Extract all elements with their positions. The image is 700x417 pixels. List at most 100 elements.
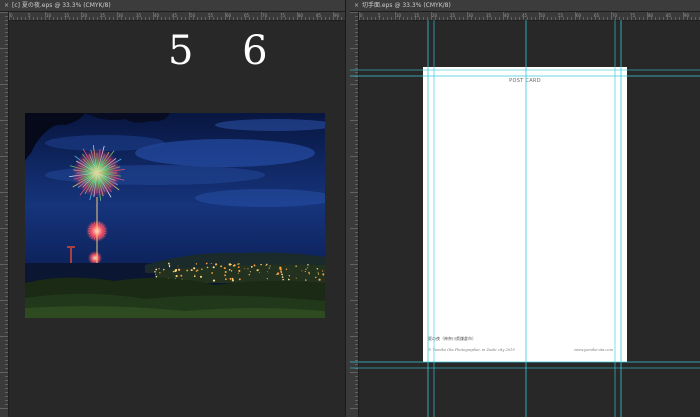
town-light bbox=[237, 263, 239, 265]
ruler-label: 5 bbox=[28, 13, 31, 18]
town-light bbox=[249, 271, 251, 273]
town-light bbox=[305, 268, 307, 270]
town-light bbox=[231, 277, 234, 280]
town-light bbox=[301, 270, 303, 272]
ruler-label: 50 bbox=[540, 13, 546, 18]
town-light bbox=[199, 275, 203, 278]
ruler-label: 45 bbox=[522, 13, 528, 18]
town-light bbox=[196, 269, 199, 272]
ruler-top[interactable]: 0 5 10 15 20 25 30 35 40 45 50 55 60 65 70 75 80 85 90 bbox=[9, 12, 345, 21]
town-light bbox=[256, 269, 259, 272]
town-light bbox=[175, 275, 178, 278]
town-light bbox=[232, 265, 235, 267]
town-light bbox=[194, 274, 196, 276]
ruler-label: 40 bbox=[504, 13, 510, 18]
town-light bbox=[177, 268, 181, 271]
ruler-label: 20 bbox=[82, 13, 88, 18]
town-light bbox=[281, 276, 284, 278]
town-light bbox=[154, 271, 156, 273]
close-icon[interactable]: × bbox=[4, 0, 9, 11]
town-light bbox=[253, 264, 256, 267]
right-document-window: × 切手面.eps @ 33.3% (CMYK/8) 0 5 10 15 20 25 30 3… bbox=[350, 0, 700, 417]
town-light bbox=[244, 268, 246, 270]
town-light bbox=[248, 273, 251, 276]
ruler-label: 20 bbox=[432, 13, 438, 18]
ruler-label: 5 bbox=[378, 13, 381, 18]
town-light bbox=[224, 274, 227, 277]
fireworks-photo bbox=[25, 113, 325, 318]
town-light bbox=[322, 270, 324, 272]
town-light bbox=[237, 266, 240, 268]
town-light bbox=[258, 272, 260, 274]
town-light bbox=[276, 272, 280, 275]
town-light bbox=[195, 263, 198, 265]
town-light bbox=[168, 263, 170, 265]
ruler-top[interactable]: 0 5 10 15 20 25 30 35 40 45 50 55 60 65 70 75 80 85 90 bbox=[359, 12, 700, 21]
town-light bbox=[307, 264, 309, 266]
right-document-tab[interactable]: × 切手面.eps @ 33.3% (CMYK/8) bbox=[350, 0, 700, 12]
ruler-label: 65 bbox=[594, 13, 600, 18]
ruler-label: 0 bbox=[360, 13, 363, 18]
town-light bbox=[317, 271, 319, 273]
town-light bbox=[237, 272, 239, 274]
ruler-left-ticks bbox=[350, 12, 358, 409]
ruler-label: 50 bbox=[190, 13, 196, 18]
town-light bbox=[225, 278, 227, 280]
town-light bbox=[228, 268, 231, 271]
town-light bbox=[266, 278, 268, 280]
ruler-label: 35 bbox=[486, 13, 492, 18]
right-document-title: 切手面.eps @ 33.3% (CMYK/8) bbox=[362, 2, 451, 9]
town-light bbox=[201, 268, 203, 270]
town-light bbox=[238, 278, 241, 281]
town-light bbox=[269, 265, 271, 267]
town-light bbox=[177, 265, 179, 267]
ruler-label: 15 bbox=[414, 13, 420, 18]
ruler-label: 35 bbox=[136, 13, 142, 18]
town-light bbox=[210, 263, 212, 264]
town-light bbox=[215, 263, 218, 266]
town-light bbox=[180, 274, 183, 277]
left-document-tab[interactable]: × [c] 夏の夜.eps @ 33.3% (CMYK/8) bbox=[0, 0, 345, 12]
town-light bbox=[163, 268, 165, 271]
town-light bbox=[220, 265, 223, 268]
ruler-label: 25 bbox=[100, 13, 106, 18]
town-light bbox=[205, 262, 208, 265]
town-light bbox=[317, 273, 320, 275]
left-document-window: × [c] 夏の夜.eps @ 33.3% (CMYK/8) 0 5 10 15 20 2… bbox=[0, 0, 345, 417]
town-light bbox=[305, 279, 307, 281]
town-light bbox=[229, 277, 232, 280]
ruler-label: 15 bbox=[64, 13, 70, 18]
town-light bbox=[287, 278, 290, 281]
ruler-label: 10 bbox=[396, 13, 402, 18]
page-number: 5 6 bbox=[168, 28, 286, 74]
ruler-label: 55 bbox=[558, 13, 564, 18]
ruler-label: 85 bbox=[666, 13, 672, 18]
ruler-label: 70 bbox=[262, 13, 268, 18]
ruler-label: 45 bbox=[172, 13, 178, 18]
fireworks-image bbox=[25, 113, 325, 318]
town-light bbox=[223, 267, 226, 270]
close-icon[interactable]: × bbox=[354, 0, 359, 11]
ruler-label: 25 bbox=[450, 13, 456, 18]
town-light bbox=[155, 275, 158, 278]
town-light bbox=[316, 268, 319, 270]
town-light bbox=[247, 268, 249, 270]
ruler-label: 60 bbox=[576, 13, 582, 18]
town-light bbox=[281, 273, 283, 276]
town-light bbox=[268, 267, 270, 269]
town-light bbox=[231, 279, 235, 282]
town-light bbox=[288, 275, 290, 277]
ruler-left[interactable] bbox=[350, 12, 359, 417]
town-light bbox=[279, 267, 282, 271]
town-light bbox=[192, 269, 194, 271]
town-light bbox=[169, 266, 171, 268]
town-light bbox=[315, 276, 317, 279]
ruler-label: 70 bbox=[612, 13, 618, 18]
town-light bbox=[322, 274, 324, 276]
town-light bbox=[308, 271, 310, 274]
ruler-top-ticks: 0 5 10 15 20 25 30 35 40 45 50 55 60 65 70 75 80 85 90 bbox=[9, 12, 342, 20]
ruler-left[interactable] bbox=[0, 12, 9, 417]
town-light bbox=[212, 266, 215, 269]
town-light bbox=[280, 271, 283, 274]
town-light bbox=[211, 272, 213, 274]
